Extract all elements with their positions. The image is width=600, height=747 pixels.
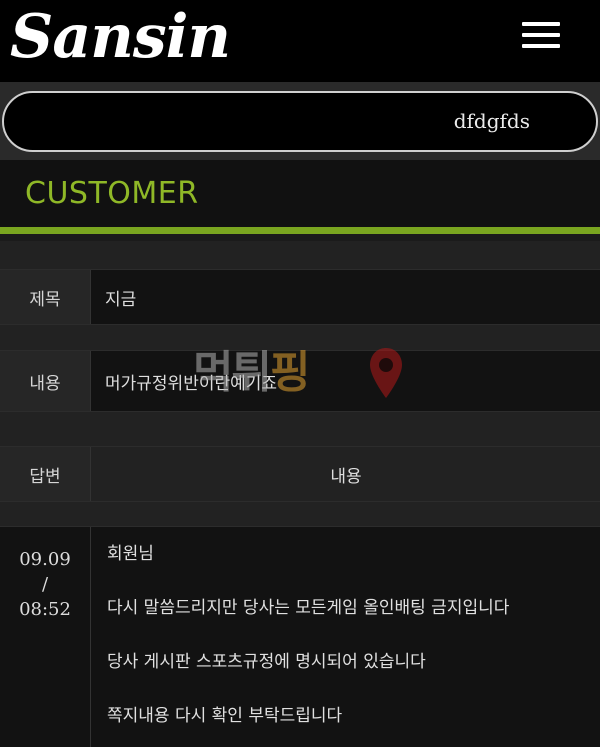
section-title: CUSTOMER	[25, 176, 199, 211]
reply-body: 회원님 다시 말씀드리지만 당사는 모든게임 올인배팅 금지입니다 당사 게시판…	[107, 541, 590, 729]
content-value: 머가규정위반이란예기죠	[105, 373, 278, 394]
spacer	[0, 502, 600, 526]
subject-value: 지금	[105, 289, 137, 310]
reply-header-row: 답변 내용	[0, 446, 600, 502]
spacer	[0, 241, 600, 269]
reply-line: 쪽지내용 다시 확인 부탁드립니다	[107, 706, 343, 726]
top-header: Sansin	[0, 0, 600, 82]
reply-header-label: 답변	[0, 447, 91, 501]
site-logo[interactable]: Sansin	[10, 2, 231, 72]
username-text: dfdgfds	[453, 109, 530, 133]
reply-date: 09.09	[19, 549, 71, 570]
reply-row: 09.09 / 08:52 회원님 다시 말씀드리지만 당사는 모든게임 올인배…	[0, 526, 600, 747]
section-header: CUSTOMER	[0, 160, 600, 234]
reply-datetime: 09.09 / 08:52	[0, 527, 91, 747]
reply-date-separator: /	[41, 574, 49, 595]
spacer	[0, 325, 600, 350]
user-bar-area: dfdgfds	[0, 82, 600, 160]
subject-label: 제목	[0, 270, 91, 324]
spacer	[0, 412, 600, 446]
user-info-bar[interactable]: dfdgfds	[2, 91, 598, 152]
reply-header-content-label: 내용	[330, 466, 362, 487]
reply-time: 08:52	[19, 599, 71, 620]
reply-line: 다시 말씀드리지만 당사는 모든게임 올인배팅 금지입니다	[107, 598, 510, 618]
reply-line: 회원님	[107, 544, 154, 564]
hamburger-menu-icon[interactable]	[518, 20, 564, 52]
subject-row: 제목 지금	[0, 269, 600, 325]
reply-line: 당사 게시판 스포츠규정에 명시되어 있습니다	[107, 652, 426, 672]
content-label: 내용	[0, 351, 91, 411]
content-row: 내용 머가규정위반이란예기죠	[0, 350, 600, 412]
